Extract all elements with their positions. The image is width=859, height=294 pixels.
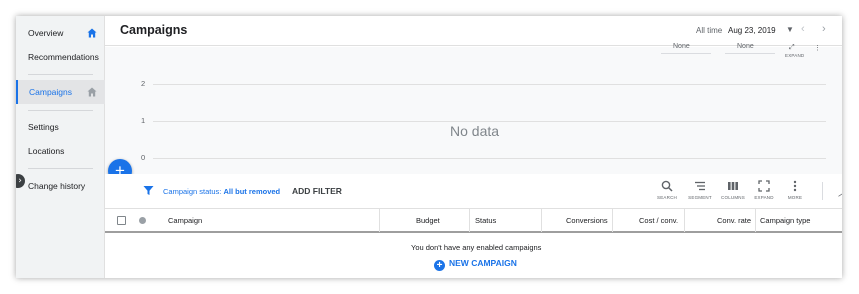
sidebar-divider bbox=[28, 110, 93, 111]
home-icon bbox=[87, 28, 97, 38]
page-title: Campaigns bbox=[120, 23, 188, 37]
y-axis-tick: 0 bbox=[141, 153, 146, 162]
sidebar-item-locations[interactable]: Locations bbox=[16, 139, 105, 163]
columns-tool[interactable]: COLUMNS bbox=[719, 180, 747, 200]
home-icon bbox=[87, 87, 97, 97]
campaign-status-filter[interactable]: Campaign status: All but removed bbox=[163, 187, 280, 196]
sidebar-item-overview[interactable]: Overview bbox=[16, 21, 105, 45]
column-separator bbox=[612, 209, 613, 232]
metric-selector-1[interactable]: None bbox=[673, 43, 690, 50]
page-header: Campaigns All time Aug 23, 2019 ▼ ‹ › bbox=[105, 16, 842, 46]
search-icon bbox=[661, 180, 673, 192]
segment-tool[interactable]: SEGMENT bbox=[686, 180, 714, 200]
sidebar: Overview Recommendations Campaigns Setti… bbox=[16, 16, 105, 278]
add-filter-button[interactable]: ADD FILTER bbox=[292, 186, 342, 196]
sidebar-item-label: Recommendations bbox=[28, 52, 99, 62]
column-header-conv-rate[interactable]: Conv. rate bbox=[717, 209, 751, 232]
metric-selector-underline bbox=[661, 53, 711, 54]
sidebar-item-change-history[interactable]: Change history bbox=[16, 174, 105, 198]
search-tool[interactable]: SEARCH bbox=[653, 180, 681, 200]
y-axis-tick: 1 bbox=[141, 116, 146, 125]
columns-icon bbox=[728, 182, 738, 190]
column-separator bbox=[541, 209, 542, 232]
expand-icon bbox=[758, 180, 770, 192]
chevron-up-icon[interactable]: ︿ bbox=[838, 184, 842, 199]
column-header-campaign-type[interactable]: Campaign type bbox=[760, 209, 810, 232]
sidebar-item-label: Settings bbox=[28, 122, 59, 132]
sidebar-item-recommendations[interactable]: Recommendations bbox=[16, 45, 105, 69]
no-data-message: No data bbox=[450, 123, 500, 139]
more-tool-label: MORE bbox=[787, 195, 803, 200]
grid-line bbox=[153, 158, 826, 159]
sidebar-divider bbox=[28, 168, 93, 169]
sidebar-item-settings[interactable]: Settings bbox=[16, 115, 105, 139]
filter-value-text: All but removed bbox=[223, 187, 281, 196]
metric-selector-underline bbox=[725, 53, 775, 54]
search-tool-label: SEARCH bbox=[657, 195, 677, 200]
column-separator bbox=[755, 209, 756, 232]
column-header-budget[interactable]: Budget bbox=[416, 209, 440, 232]
expand-chart-label[interactable]: EXPAND bbox=[785, 53, 804, 58]
dropdown-arrow-icon[interactable]: ▼ bbox=[786, 25, 794, 34]
chevron-left-icon[interactable]: ‹ bbox=[801, 23, 805, 35]
column-header-cost-per-conv[interactable]: Cost / conv. bbox=[639, 209, 678, 232]
date-range-value[interactable]: Aug 23, 2019 bbox=[728, 26, 776, 35]
grid-line bbox=[153, 84, 826, 85]
filter-bar: Campaign status: All but removed ADD FIL… bbox=[105, 174, 842, 208]
date-range-label: All time bbox=[696, 26, 723, 35]
column-header-status[interactable]: Status bbox=[475, 209, 496, 232]
performance-chart: None None ⤢ EXPAND ⋮ 2 1 0 No data bbox=[105, 43, 842, 174]
more-tool[interactable]: MORE bbox=[781, 180, 809, 200]
status-dot-icon bbox=[139, 217, 146, 224]
sidebar-item-campaigns[interactable]: Campaigns bbox=[16, 80, 105, 104]
sidebar-item-label: Overview bbox=[28, 28, 64, 38]
column-separator bbox=[469, 209, 470, 232]
more-icon[interactable]: ⋮ bbox=[814, 44, 821, 52]
expand-tool-label: EXPAND bbox=[754, 195, 774, 200]
filter-label-text: Campaign status: bbox=[163, 187, 222, 196]
expand-tool[interactable]: EXPAND bbox=[750, 180, 778, 200]
column-header-campaign[interactable]: Campaign bbox=[168, 209, 202, 232]
sidebar-item-label: Campaigns bbox=[29, 87, 72, 97]
sidebar-divider bbox=[28, 74, 93, 75]
empty-table-message: You don't have any enabled campaigns bbox=[411, 243, 542, 252]
add-circle-icon: + bbox=[434, 260, 445, 271]
toolbar-divider bbox=[822, 182, 823, 200]
segment-icon bbox=[695, 181, 705, 191]
column-separator bbox=[379, 209, 380, 232]
new-campaign-label: NEW CAMPAIGN bbox=[449, 258, 517, 268]
expand-chart-icon[interactable]: ⤢ bbox=[789, 44, 795, 52]
column-separator bbox=[684, 209, 685, 232]
chevron-right-icon[interactable]: › bbox=[822, 23, 826, 35]
y-axis-tick: 2 bbox=[141, 79, 146, 88]
select-all-checkbox[interactable] bbox=[117, 216, 126, 225]
column-header-conversions[interactable]: Conversions bbox=[566, 209, 608, 232]
segment-tool-label: SEGMENT bbox=[688, 195, 712, 200]
sidebar-item-label: Locations bbox=[28, 146, 65, 156]
metric-selector-2[interactable]: None bbox=[737, 43, 754, 50]
app-window: Overview Recommendations Campaigns Setti… bbox=[16, 16, 842, 278]
grid-line bbox=[153, 121, 826, 122]
new-campaign-button[interactable]: + NEW CAMPAIGN bbox=[434, 258, 517, 271]
filter-icon[interactable] bbox=[143, 185, 154, 196]
campaign-table-header: Campaign Budget Status Conversions Cost … bbox=[105, 208, 842, 233]
sidebar-item-label: Change history bbox=[28, 181, 86, 191]
columns-tool-label: COLUMNS bbox=[721, 195, 745, 200]
more-vert-icon bbox=[793, 180, 797, 192]
